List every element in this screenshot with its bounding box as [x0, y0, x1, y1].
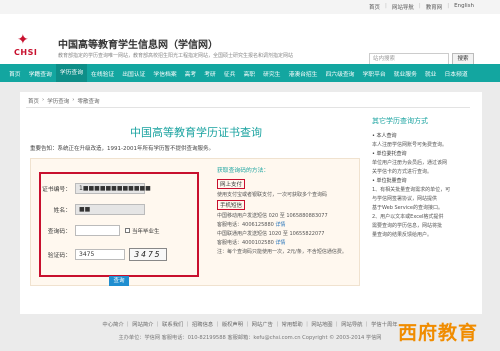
top-link-home[interactable]: 首页 [369, 3, 380, 11]
watermark-logo: 西府教育 [398, 322, 479, 344]
nav-item[interactable]: 出国认证 [118, 69, 149, 78]
breadcrumb-degree[interactable]: 学历查询 [47, 97, 69, 105]
nav-item[interactable]: 高职 [239, 69, 259, 78]
name-input[interactable]: ■■ [75, 204, 145, 215]
online-pay-desc: 使用支付宝或者银联支付，一次可获取多个查询码 [217, 192, 328, 198]
nav-item[interactable]: 港澳台招生 [284, 69, 321, 78]
query-code-input[interactable] [75, 225, 120, 236]
sidebar-line: • 单位委托查询 [372, 151, 407, 157]
graduate-checkbox[interactable] [125, 228, 130, 233]
details-link[interactable]: 详情 [275, 240, 285, 246]
nav-item[interactable]: 研究生 [259, 69, 284, 78]
sidebar-line: 本人注册学信网账号可免费查询。 [372, 142, 448, 148]
sms-heading: 手机短信 [217, 200, 246, 210]
sidebar-line: 基于Web Service的查询接口。 [372, 205, 443, 211]
graduate-label: 当年毕业生 [132, 228, 160, 235]
query-code-row: 查询码： 当年毕业生 [41, 225, 160, 236]
sidebar-line: 2、用户以文本或Excel格式提供 [372, 214, 444, 220]
site-title: 中国高等教育学生信息网（学信网） [58, 40, 218, 51]
sidebar-line: 量查询的结果反馈给用户。 [372, 232, 433, 238]
sms-line: 客服电话：4006125880 详情 [217, 222, 286, 228]
sidebar-line: 与学信网签署协议，网站提供 [372, 196, 438, 202]
content-panel: 首页 › 学历查询 › 零散查询 中国高等教育学历证书查询 重要告知：系统正在升… [20, 92, 482, 314]
verify-row: 验证码： 3475 3475 [41, 248, 167, 261]
query-form: 证书编号： 1■■■■■■■■■■■■ 姓名： ■■ 查询码： 当年毕业生 验证… [39, 172, 199, 277]
top-link-english[interactable]: English [454, 3, 474, 11]
nav-item[interactable]: 学信档案 [149, 69, 180, 78]
divider: | [385, 3, 387, 9]
cert-label: 证书编号： [42, 187, 71, 193]
nav-item[interactable]: 就业 [421, 69, 441, 78]
top-bar: 首页 | 网站导航 | 教育网 | English [0, 0, 500, 14]
sidebar-line: • 本人查询 [372, 133, 397, 139]
site-header: ✦ CHSI 中国高等教育学生信息网（学信网） 教育部指定的学历查询唯一网站，教… [0, 14, 500, 65]
nav-item[interactable]: 四六级查询 [321, 69, 358, 78]
nav-item[interactable]: 在线验证 [87, 69, 118, 78]
query-code-methods: 获取查询码的方法： 网上支付 使用支付宝或者银联支付，一次可获取多个查询码 手机… [217, 165, 357, 257]
top-link-edu[interactable]: 教育网 [426, 3, 443, 11]
breadcrumb-sep: › [42, 97, 45, 103]
main-nav: 首页 学籍查询 学历查询 在线验证 出国认证 学信档案 高考 考研 征兵 高职 … [0, 64, 500, 82]
query-submit-button[interactable]: 查询 [109, 276, 129, 286]
breadcrumb-home[interactable]: 首页 [28, 97, 39, 105]
nav-item-active[interactable]: 学历查询 [55, 64, 88, 82]
breadcrumb-current: 零散查询 [77, 99, 100, 105]
captcha-image[interactable]: 3475 [129, 248, 167, 261]
name-row: 姓名： ■■ [41, 204, 145, 215]
logo[interactable]: ✦ CHSI [14, 32, 54, 58]
sms-line: 客服电话：4000102580 详情 [217, 240, 286, 246]
verify-label: 验证码： [47, 253, 71, 259]
nav-item[interactable]: 就业服务 [390, 69, 421, 78]
methods-title: 获取查询码的方法： [217, 168, 270, 174]
nav-item[interactable]: 学籍查询 [25, 69, 56, 78]
sidebar-line: 关学信卡的方式进行查询。 [372, 169, 433, 175]
verify-code-input[interactable]: 3475 [75, 249, 125, 260]
nav-item[interactable]: 首页 [5, 69, 25, 78]
divider [26, 107, 470, 108]
notice-text: 重要告知：系统正在升级改造，1991-2001年所有学历暂不提供查询服务。 [30, 146, 214, 152]
cert-number-input[interactable]: 1■■■■■■■■■■■■ [75, 183, 151, 194]
site-subtitle: 教育部指定的学历查询唯一网站，教育部高校招生阳光工程指定网站，全国硕士研究生报名… [58, 53, 294, 59]
sidebar-title: 其它学历查询方式 [372, 117, 428, 125]
online-pay-heading: 网上支付 [217, 179, 246, 189]
other-methods-sidebar: 其它学历查询方式 • 本人查询 本人注册学信网账号可免费查询。 • 单位委托查询… [372, 116, 477, 240]
divider: | [447, 3, 450, 9]
details-link[interactable]: 详情 [275, 222, 285, 228]
nav-item[interactable]: 日本频道 [440, 69, 471, 78]
divider: | [418, 3, 421, 9]
logo-mark-icon: ✦ [17, 32, 29, 48]
nav-item[interactable]: 征兵 [220, 69, 240, 78]
top-link-sitemap[interactable]: 网站导航 [392, 3, 414, 11]
top-links: 首页 | 网站导航 | 教育网 | English [369, 3, 474, 11]
page-title: 中国高等教育学历证书查询 [130, 126, 262, 139]
sidebar-line: 需要查询的学历信息，网站将批 [372, 223, 443, 229]
sidebar-line: • 单位批量查询 [372, 178, 407, 184]
query-box: 证书编号： 1■■■■■■■■■■■■ 姓名： ■■ 查询码： 当年毕业生 验证… [30, 158, 360, 286]
breadcrumb: 首页 › 学历查询 › 零散查询 [28, 97, 99, 105]
sms-line: 中国联通用户发送短信 1020 至 10655822077 [217, 231, 325, 237]
sidebar-line: 1、有相关批量查询需求的单位，可 [372, 187, 451, 193]
sms-line: 中国移动用户发送短信 020 至 1065880883077 [217, 213, 328, 219]
nav-item[interactable]: 高考 [181, 69, 201, 78]
nav-item[interactable]: 学职平台 [358, 69, 389, 78]
breadcrumb-sep: › [72, 97, 75, 103]
nav-item[interactable]: 考研 [200, 69, 220, 78]
sidebar-line: 单位用户注册为会员后，通过该网 [372, 160, 448, 166]
name-label: 姓名： [53, 208, 71, 214]
logo-brand: CHSI [14, 48, 38, 57]
query-code-label: 查询码： [47, 229, 71, 235]
cert-row: 证书编号： 1■■■■■■■■■■■■ [41, 183, 151, 194]
sms-note: 注：每个查询码只能使用一次，2元/条，不含短信通信费。 [217, 249, 347, 255]
